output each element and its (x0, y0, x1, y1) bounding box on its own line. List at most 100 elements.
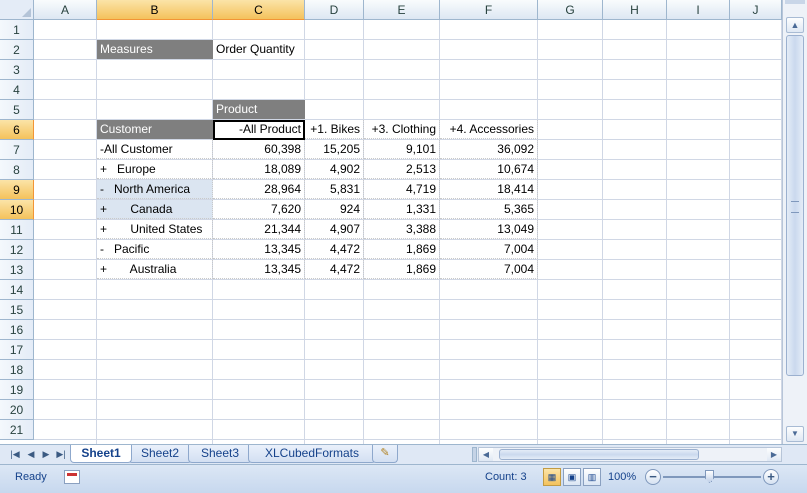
row-header-3[interactable]: 3 (0, 60, 34, 80)
zoom-in-icon[interactable]: + (763, 469, 779, 485)
pivot-value-cell[interactable]: 7,004 (440, 240, 538, 259)
pivot-row-label[interactable]: - North America (97, 180, 213, 199)
row-header-8[interactable]: 8 (0, 160, 34, 180)
pivot-row-label[interactable]: + United States (97, 220, 213, 239)
tab-split-handle[interactable] (472, 447, 477, 462)
column-header-e[interactable]: E (364, 0, 440, 20)
pivot-value-cell[interactable]: 2,513 (364, 160, 440, 179)
sheet-tab-sheet3[interactable]: Sheet3 (188, 445, 252, 463)
row-header-16[interactable]: 16 (0, 320, 34, 340)
vertical-split-handle[interactable] (785, 0, 805, 4)
sheet-tab-sheet2[interactable]: Sheet2 (128, 445, 192, 463)
horizontal-scroll-thumb[interactable] (499, 449, 699, 460)
column-header-g[interactable]: G (538, 0, 603, 20)
insert-sheet-icon[interactable]: ✎ (372, 445, 398, 463)
pivot-value-cell[interactable]: 21,344 (213, 220, 305, 239)
pivot-value-cell[interactable]: 4,902 (305, 160, 364, 179)
sheet-tab-sheet1[interactable]: Sheet1 (70, 445, 132, 463)
pivot-row-label[interactable]: + Canada (97, 200, 213, 219)
pivot-value-cell[interactable]: 18,414 (440, 180, 538, 199)
pivot-column-header[interactable]: +3. Clothing (364, 120, 440, 139)
pivot-row-label[interactable]: - Pacific (97, 240, 213, 259)
pivot-value-cell[interactable]: 1,869 (364, 240, 440, 259)
measures-value[interactable]: Order Quantity (213, 40, 305, 59)
row-header-20[interactable]: 20 (0, 400, 34, 420)
pivot-value-cell[interactable]: 3,388 (364, 220, 440, 239)
pivot-value-cell[interactable]: 924 (305, 200, 364, 219)
row-header-10[interactable]: 10 (0, 200, 34, 220)
status-count[interactable]: Count: 3 (485, 471, 527, 483)
select-all-button[interactable] (0, 0, 34, 20)
row-header-4[interactable]: 4 (0, 80, 34, 100)
pivot-value-cell[interactable]: 60,398 (213, 140, 305, 159)
row-header-13[interactable]: 13 (0, 260, 34, 280)
pivot-value-cell[interactable]: 5,831 (305, 180, 364, 199)
pivot-value-cell[interactable]: 4,719 (364, 180, 440, 199)
zoom-level[interactable]: 100% (608, 471, 636, 483)
pivot-value-cell[interactable]: 36,092 (440, 140, 538, 159)
pivot-value-cell[interactable]: 13,345 (213, 240, 305, 259)
pivot-value-cell[interactable]: 4,472 (305, 240, 364, 259)
sheet-tab-xlcubedformats[interactable]: XLCubedFormats (248, 445, 376, 463)
pivot-value-cell[interactable]: 13,049 (440, 220, 538, 239)
page-break-view-icon[interactable]: ▥ (583, 468, 601, 486)
measures-label[interactable]: Measures (97, 40, 213, 59)
row-header-7[interactable]: 7 (0, 140, 34, 160)
column-header-i[interactable]: I (667, 0, 730, 20)
pivot-value-cell[interactable]: 18,089 (213, 160, 305, 179)
column-header-h[interactable]: H (603, 0, 667, 20)
row-header-2[interactable]: 2 (0, 40, 34, 60)
product-label[interactable]: Product (213, 100, 305, 119)
pivot-value-cell[interactable]: 1,869 (364, 260, 440, 279)
horizontal-scrollbar[interactable]: ◀ ▶ (478, 447, 782, 462)
row-header-12[interactable]: 12 (0, 240, 34, 260)
pivot-value-cell[interactable]: 13,345 (213, 260, 305, 279)
row-header-17[interactable]: 17 (0, 340, 34, 360)
column-header-f[interactable]: F (440, 0, 538, 20)
zoom-slider-thumb[interactable] (705, 470, 714, 483)
row-header-1[interactable]: 1 (0, 20, 34, 40)
zoom-out-icon[interactable]: − (645, 469, 661, 485)
last-sheet-icon[interactable]: ▶| (55, 448, 67, 460)
scroll-down-button[interactable]: ▼ (786, 426, 804, 442)
pivot-row-label[interactable]: + Europe (97, 160, 213, 179)
pivot-value-cell[interactable]: 15,205 (305, 140, 364, 159)
vertical-scrollbar[interactable]: ▲ ▼ (782, 0, 807, 444)
pivot-row-label[interactable]: -All Customer (97, 140, 213, 159)
pivot-value-cell[interactable]: 5,365 (440, 200, 538, 219)
first-sheet-icon[interactable]: |◀ (9, 448, 21, 460)
worksheet-grid[interactable]: ABCDEFGHIJ 1 2 3 4 5 6 7 8 9 10 11 12 13 14 15 16 17 18 19… (0, 0, 807, 444)
row-header-11[interactable]: 11 (0, 220, 34, 240)
pivot-value-cell[interactable]: 4,907 (305, 220, 364, 239)
row-header-6[interactable]: 6 (0, 120, 34, 140)
column-header-j[interactable]: J (730, 0, 782, 20)
customer-label[interactable]: Customer (97, 120, 213, 139)
next-sheet-icon[interactable]: ▶ (40, 448, 52, 460)
prev-sheet-icon[interactable]: ◀ (25, 448, 37, 460)
pivot-value-cell[interactable]: 10,674 (440, 160, 538, 179)
vertical-scroll-thumb[interactable] (786, 35, 804, 376)
pivot-value-cell[interactable]: 4,472 (305, 260, 364, 279)
pivot-value-cell[interactable]: 7,004 (440, 260, 538, 279)
row-header-18[interactable]: 18 (0, 360, 34, 380)
column-header-b[interactable]: B (97, 0, 213, 20)
pivot-column-header[interactable]: +4. Accessories (440, 120, 538, 139)
row-header-14[interactable]: 14 (0, 280, 34, 300)
page-layout-view-icon[interactable]: ▣ (563, 468, 581, 486)
row-header-15[interactable]: 15 (0, 300, 34, 320)
pivot-row-label[interactable]: + Australia (97, 260, 213, 279)
column-header-c[interactable]: C (213, 0, 305, 20)
pivot-value-cell[interactable]: 7,620 (213, 200, 305, 219)
row-header-19[interactable]: 19 (0, 380, 34, 400)
scroll-left-button[interactable]: ◀ (479, 448, 493, 461)
row-header-21[interactable]: 21 (0, 420, 34, 440)
row-header-5[interactable]: 5 (0, 100, 34, 120)
column-header-a[interactable]: A (34, 0, 97, 20)
pivot-value-cell[interactable]: 28,964 (213, 180, 305, 199)
pivot-value-cell[interactable]: 9,101 (364, 140, 440, 159)
scroll-right-button[interactable]: ▶ (767, 448, 781, 461)
pivot-column-header[interactable]: +1. Bikes (305, 120, 364, 139)
normal-view-icon[interactable]: ▦ (543, 468, 561, 486)
pivot-value-cell[interactable]: 1,331 (364, 200, 440, 219)
row-header-9[interactable]: 9 (0, 180, 34, 200)
